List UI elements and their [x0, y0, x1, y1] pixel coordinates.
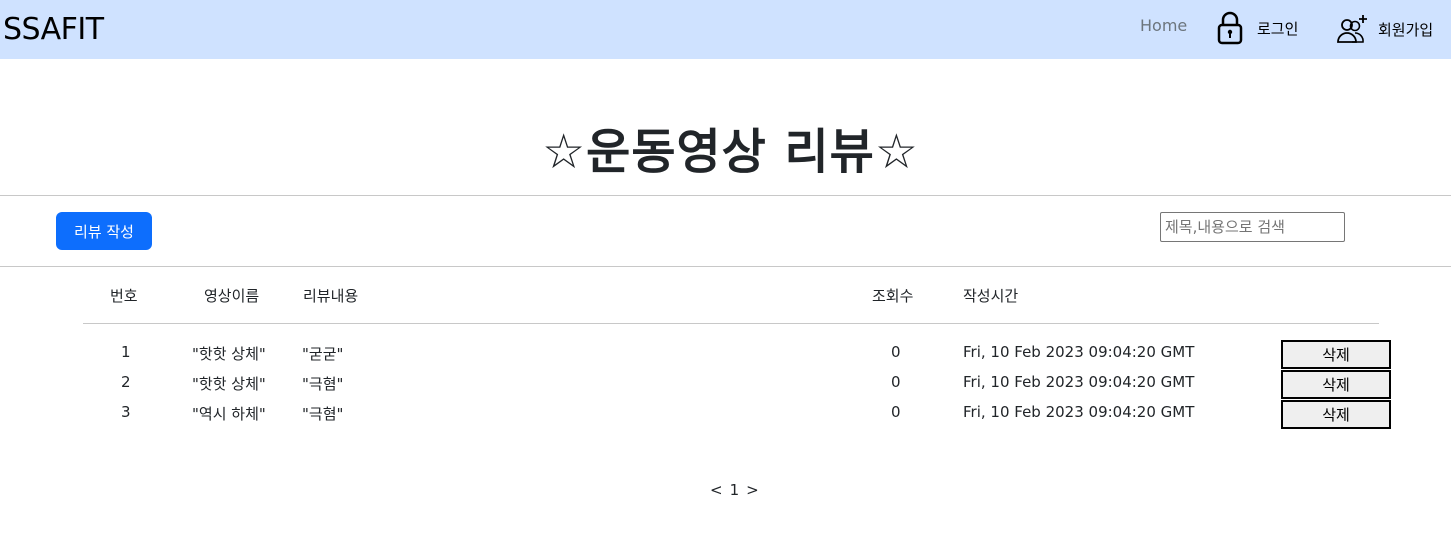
- row-video-name[interactable]: "핫핫 상체": [192, 373, 266, 394]
- row-review-content[interactable]: "극혐": [302, 403, 343, 424]
- row-video-name[interactable]: "핫핫 상체": [192, 343, 266, 364]
- top-navbar: SSAFIT Home 로그인 회원가입: [0, 0, 1451, 59]
- pagination: <1 >: [710, 481, 766, 499]
- row-created-time: Fri, 10 Feb 2023 09:04:20 GMT: [963, 403, 1195, 421]
- delete-button[interactable]: 삭제: [1281, 340, 1391, 369]
- page-number-link[interactable]: 1: [730, 481, 740, 499]
- next-page-button[interactable]: >: [746, 481, 759, 499]
- nav-login-link[interactable]: 로그인: [1215, 10, 1298, 46]
- row-number: 2: [121, 373, 131, 391]
- page-title: ☆운동영상 리뷰☆: [542, 124, 919, 180]
- nav-login-label: 로그인: [1257, 19, 1299, 38]
- header-divider: [83, 323, 1379, 324]
- toolbar-divider: [0, 266, 1451, 267]
- row-number: 3: [121, 403, 131, 421]
- title-divider: [0, 195, 1451, 196]
- row-review-content[interactable]: "굳굳": [302, 343, 343, 364]
- lock-icon: [1217, 11, 1243, 45]
- search-input[interactable]: [1160, 212, 1345, 242]
- row-views: 0: [891, 373, 901, 391]
- header-review-content: 리뷰내용: [303, 287, 359, 305]
- row-views: 0: [891, 343, 901, 361]
- row-number: 1: [121, 343, 131, 361]
- row-video-name[interactable]: "역시 하체": [192, 403, 266, 424]
- nav-signup-label: 회원가입: [1378, 20, 1434, 39]
- header-created-time: 작성시간: [963, 287, 1019, 305]
- nav-home-link[interactable]: Home: [1140, 16, 1187, 35]
- row-views: 0: [891, 403, 901, 421]
- header-views: 조회수: [872, 287, 914, 305]
- prev-page-button[interactable]: <: [710, 481, 723, 499]
- header-video-name: 영상이름: [204, 287, 260, 305]
- delete-button[interactable]: 삭제: [1281, 370, 1391, 399]
- header-number: 번호: [110, 287, 138, 305]
- row-created-time: Fri, 10 Feb 2023 09:04:20 GMT: [963, 373, 1195, 391]
- delete-button[interactable]: 삭제: [1281, 400, 1391, 429]
- brand-logo[interactable]: SSAFIT: [3, 12, 104, 47]
- nav-signup-link[interactable]: 회원가입: [1336, 12, 1433, 46]
- row-review-content[interactable]: "극혐": [302, 373, 343, 394]
- row-created-time: Fri, 10 Feb 2023 09:04:20 GMT: [963, 343, 1195, 361]
- add-user-icon: [1337, 15, 1367, 43]
- write-review-button[interactable]: 리뷰 작성: [56, 212, 152, 250]
